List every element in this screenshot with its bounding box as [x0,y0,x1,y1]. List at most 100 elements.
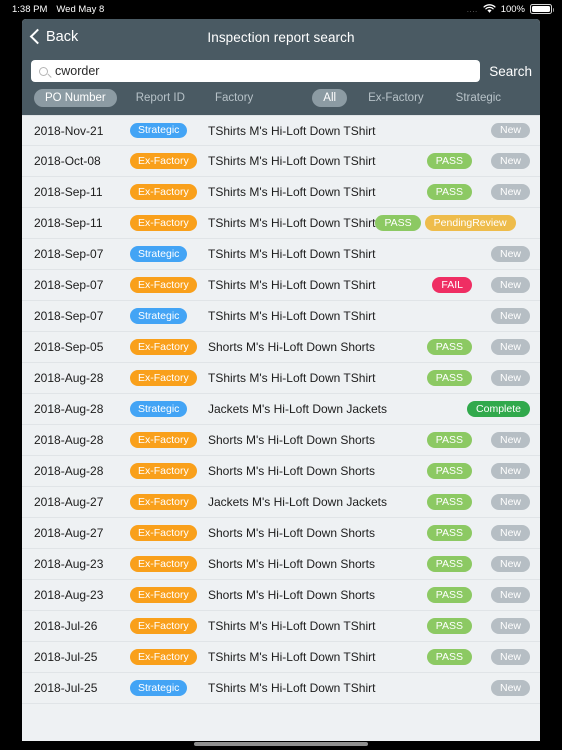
segment-all[interactable]: All [312,89,348,107]
row-type-badge: Ex-Factory [130,153,197,169]
status-badge: New [490,587,530,603]
table-row[interactable]: 2018-Jul-25 Ex-Factory TShirts M's Hi-Loft… [22,642,540,673]
row-status-cell: New [478,122,530,139]
table-row[interactable]: 2018-Oct-08 Ex-Factory TShirts M's Hi-Loft… [22,146,540,177]
row-result-badge: PASS [426,649,472,665]
row-type-badge: Ex-Factory [130,184,197,200]
segment-strategic[interactable]: Strategic [445,89,512,107]
row-description: TShirts M's Hi-Loft Down TShirt [208,123,376,138]
inspection-report-list[interactable]: 2018-Nov-21 Strategic TShirts M's Hi-Loft … [22,115,540,721]
table-row[interactable]: 2018-Aug-23 Ex-Factory Shorts M's Hi-Loft … [22,580,540,611]
table-row[interactable]: 2018-Aug-28 Ex-Factory Shorts M's Hi-Loft … [22,456,540,487]
row-description: TShirts M's Hi-Loft Down TShirt [208,247,376,261]
row-date: 2018-Aug-28 [34,402,104,416]
row-description: Jackets M's Hi-Loft Down Jackets [208,402,388,416]
row-date: 2018-Sep-07 [34,247,104,261]
row-description: TShirts M's Hi-Loft Down TShirt [208,154,376,168]
status-bar: 1:38 PM Wed May 8 .... 100% [0,0,562,18]
row-type-cell: Strategic [130,680,200,696]
table-row[interactable]: 2018-Sep-07 Strategic TShirts M's Hi-Loft … [22,301,540,332]
row-result-cell: PASS [426,649,472,665]
row-status-cell: New [478,463,530,479]
search-input[interactable] [55,64,475,78]
row-type-badge: Ex-Factory [130,277,197,293]
row-type-badge: Strategic [130,246,188,262]
table-row[interactable]: 2018-Jul-25 Strategic TShirts M's Hi-Loft … [22,673,540,704]
row-status-cell: New [478,184,530,200]
row-type-cell: Ex-Factory [130,339,200,355]
search-button[interactable]: Search [489,64,532,79]
row-date: 2018-Aug-28 [34,433,104,447]
row-result-cell: PASS [426,370,472,386]
row-result-cell: PASS [426,587,472,603]
row-status-cell: New [478,649,530,665]
table-row[interactable]: 2018-Jul-26 Ex-Factory TShirts M's Hi-Loft… [22,611,540,642]
row-type-cell: Strategic [130,401,200,417]
row-type-badge: Ex-Factory [130,463,197,479]
table-row[interactable]: 2018-Sep-05 Ex-Factory Shorts M's Hi-Loft … [22,332,540,363]
row-type-cell: Ex-Factory [130,215,200,231]
table-row[interactable]: 2018-Sep-07 Strategic TShirts M's Hi-Loft … [22,239,540,270]
segment-report-id[interactable]: Report ID [125,89,196,107]
row-type-cell: Ex-Factory [130,277,200,293]
row-date: 2018-Nov-21 [34,123,104,138]
row-result-badge: PASS [426,339,472,355]
row-status-cell: New [478,370,530,386]
status-badge: New [490,122,530,139]
row-type-badge: Strategic [130,308,188,324]
status-bar-time: 1:38 PM [12,3,48,15]
signal-dots-icon: .... [466,4,478,14]
table-row[interactable]: 2018-Sep-11 Ex-Factory TShirts M's Hi-Loft… [22,208,540,239]
row-result-cell: PASS [426,432,472,448]
table-row[interactable]: 2018-Sep-11 Ex-Factory TShirts M's Hi-Loft… [22,177,540,208]
status-badge: New [490,525,530,541]
row-date: 2018-Sep-07 [34,278,104,292]
row-result-cell: PASS [426,463,472,479]
row-type-cell: Ex-Factory [130,587,200,603]
row-type-cell: Ex-Factory [130,432,200,448]
status-badge: New [490,494,530,510]
status-bar-right: .... 100% [466,4,554,15]
row-result-badge: PASS [426,587,472,603]
table-row[interactable]: 2018-Aug-27 Ex-Factory Jackets M's Hi-Loft… [22,487,540,518]
row-description: TShirts M's Hi-Loft Down TShirt [208,309,376,323]
row-description: Jackets M's Hi-Loft Down Jackets [208,495,388,509]
row-status-cell: New [478,246,530,262]
page-title: Inspection report search [207,29,355,45]
row-type-cell: Strategic [130,122,200,139]
row-type-badge: Ex-Factory [130,618,197,634]
row-result-badge: FAIL [432,277,472,293]
tablet-device-frame: 1:38 PM Wed May 8 .... 100% Back Inspect… [0,0,562,750]
row-result-cell: PASS [426,184,472,200]
home-indicator [194,742,368,746]
row-status-cell: New [478,277,530,293]
table-row[interactable]: 2018-Aug-28 Ex-Factory Shorts M's Hi-Loft … [22,425,540,456]
app-window: Back Inspection report search Search PO … [22,19,540,741]
table-row[interactable]: 2018-Aug-28 Strategic Jackets M's Hi-Loft … [22,394,540,425]
row-result-badge: PASS [375,215,421,231]
row-result-badge: PASS [426,556,472,572]
row-type-cell: Strategic [130,246,200,262]
segment-po-number[interactable]: PO Number [34,89,117,107]
table-row[interactable]: 2018-Aug-23 Ex-Factory Shorts M's Hi-Loft … [22,549,540,580]
table-row[interactable]: 2018-Aug-28 Ex-Factory TShirts M's Hi-Loft… [22,363,540,394]
row-result-cell: PASS [426,525,472,541]
row-result-badge: PASS [426,184,472,200]
row-type-badge: Ex-Factory [130,525,197,541]
search-field-segmented-control: PO Number Report ID Factory [34,89,264,107]
segment-ex-factory[interactable]: Ex-Factory [357,89,435,107]
search-field-wrapper[interactable] [31,60,481,82]
table-row[interactable]: 2018-Aug-27 Ex-Factory Shorts M's Hi-Loft … [22,518,540,549]
row-description: TShirts M's Hi-Loft Down TShirt [208,371,376,385]
table-row[interactable]: 2018-Sep-07 Ex-Factory TShirts M's Hi-Loft… [22,270,540,301]
row-type-badge: Strategic [130,680,188,696]
row-type-cell: Ex-Factory [130,184,200,200]
row-date: 2018-Sep-07 [34,309,104,323]
row-date: 2018-Jul-25 [34,681,98,695]
row-date: 2018-Aug-28 [34,371,104,385]
row-result-badge: PASS [426,525,472,541]
table-row[interactable]: 2018-Nov-21 Strategic TShirts M's Hi-Loft … [22,115,540,146]
report-type-segmented-control: All Ex-Factory Strategic [312,89,512,107]
segment-factory[interactable]: Factory [204,89,264,107]
status-bar-left: 1:38 PM Wed May 8 [12,4,104,15]
